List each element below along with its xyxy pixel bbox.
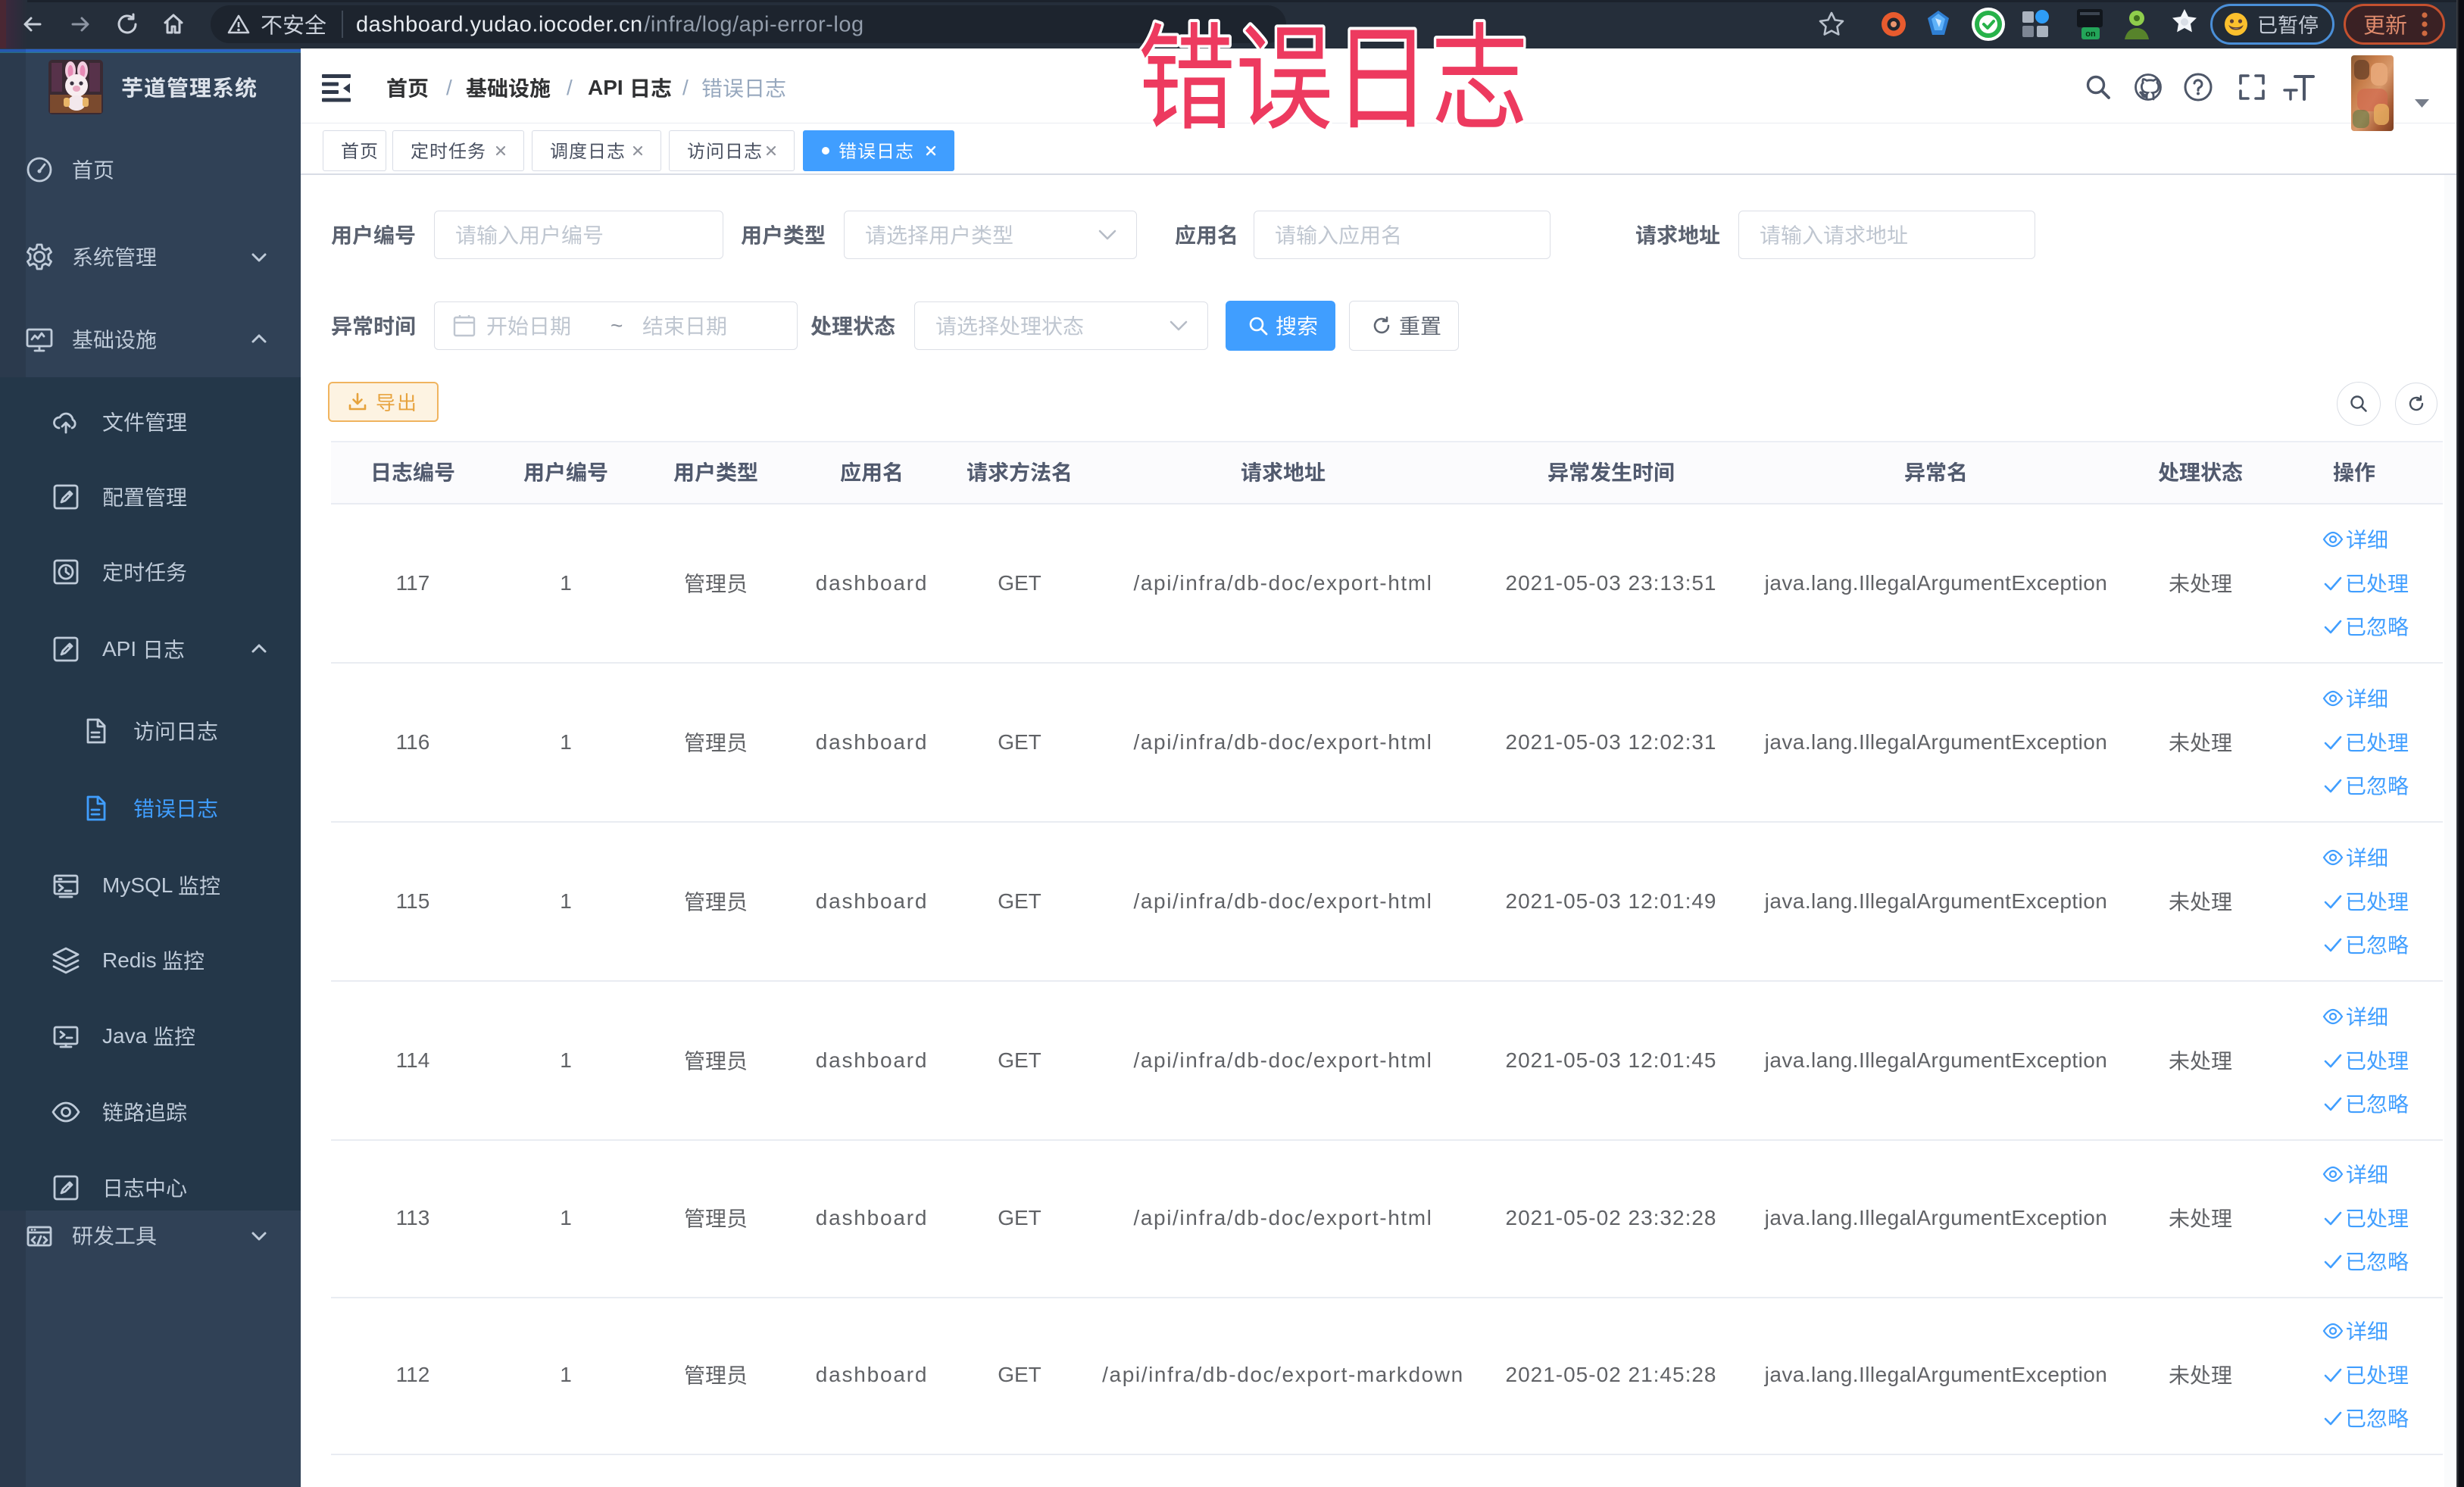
svg-text:on: on — [2085, 30, 2096, 39]
